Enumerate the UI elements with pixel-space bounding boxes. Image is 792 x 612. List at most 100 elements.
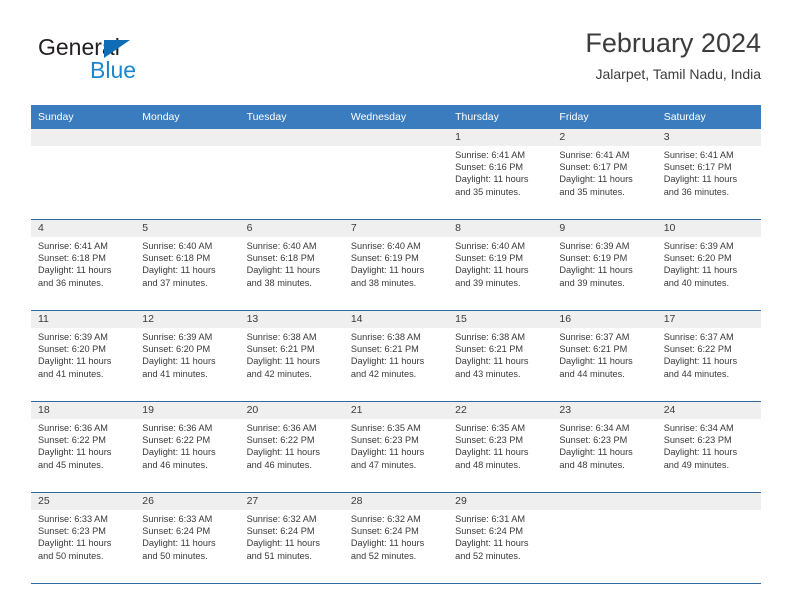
day-cell-inner: 15 Sunrise: 6:38 AM Sunset: 6:21 PM Dayligh… bbox=[448, 311, 553, 401]
weekday-header-tuesday: Tuesday bbox=[239, 105, 344, 129]
calendar-day-cell[interactable]: 19 Sunrise: 6:36 AM Sunset: 6:22 PM Dayligh… bbox=[135, 401, 240, 493]
daylight-text-line2: and 50 minutes. bbox=[38, 550, 104, 561]
page-title: February 2024 bbox=[585, 28, 761, 58]
calendar-day-cell[interactable]: 5 Sunrise: 6:40 AM Sunset: 6:18 PM Daylight… bbox=[135, 219, 240, 311]
calendar-day-cell[interactable]: 18 Sunrise: 6:36 AM Sunset: 6:22 PM Dayligh… bbox=[31, 401, 136, 493]
daylight-text-line1: Daylight: 11 hours bbox=[559, 265, 633, 276]
calendar-day-cell[interactable]: 16 Sunrise: 6:37 AM Sunset: 6:21 PM Dayligh… bbox=[552, 310, 657, 402]
daylight-text-line2: and 39 minutes. bbox=[455, 277, 521, 288]
sunset-text: Sunset: 6:24 PM bbox=[455, 526, 524, 537]
brand-logo[interactable]: General Blue bbox=[31, 34, 231, 90]
sunrise-text: Sunrise: 6:39 AM bbox=[559, 241, 630, 251]
daylight-text-line2: and 48 minutes. bbox=[455, 459, 521, 470]
calendar-day-cell[interactable]: 11 Sunrise: 6:39 AM Sunset: 6:20 PM Dayligh… bbox=[31, 310, 136, 402]
sunrise-text: Sunrise: 6:32 AM bbox=[350, 514, 421, 524]
day-number: 12 bbox=[135, 311, 240, 328]
weekday-header-wednesday: Wednesday bbox=[343, 105, 449, 129]
day-cell-inner: 28 Sunrise: 6:32 AM Sunset: 6:24 PM Dayligh… bbox=[343, 493, 449, 583]
daylight-text-line2: and 44 minutes. bbox=[663, 368, 730, 379]
calendar-day-cell[interactable]: 8 Sunrise: 6:40 AM Sunset: 6:19 PM Daylight… bbox=[448, 219, 553, 311]
calendar-day-cell[interactable]: 27 Sunrise: 6:32 AM Sunset: 6:24 PM Dayligh… bbox=[239, 492, 344, 584]
sunset-text: Sunset: 6:24 PM bbox=[142, 526, 211, 537]
calendar-day-cell[interactable]: 26 Sunrise: 6:33 AM Sunset: 6:24 PM Dayligh… bbox=[135, 492, 240, 584]
sunrise-text: Sunrise: 6:34 AM bbox=[559, 423, 630, 433]
calendar-day-cell[interactable]: 23 Sunrise: 6:34 AM Sunset: 6:23 PM Dayligh… bbox=[552, 401, 657, 493]
daylight-text-line1: Daylight: 11 hours bbox=[246, 447, 320, 458]
daylight-text-line1: Daylight: 11 hours bbox=[246, 538, 320, 549]
daylight-text-line1: Daylight: 11 hours bbox=[663, 356, 738, 367]
calendar-day-cell[interactable]: 28 Sunrise: 6:32 AM Sunset: 6:24 PM Dayligh… bbox=[343, 492, 449, 584]
day-info: Sunrise: 6:40 AM Sunset: 6:19 PM Daylight:… bbox=[344, 237, 448, 289]
day-number: 18 bbox=[31, 402, 136, 419]
day-info: Sunrise: 6:40 AM Sunset: 6:19 PM Daylight:… bbox=[448, 237, 552, 289]
calendar-day-cell[interactable]: 25 Sunrise: 6:33 AM Sunset: 6:23 PM Dayligh… bbox=[31, 492, 136, 584]
calendar-day-cell[interactable]: 2 Sunrise: 6:41 AM Sunset: 6:17 PM Daylight… bbox=[552, 129, 657, 220]
calendar-day-cell[interactable]: 14 Sunrise: 6:38 AM Sunset: 6:21 PM Dayligh… bbox=[343, 310, 449, 402]
day-number bbox=[135, 129, 240, 146]
calendar-day-cell[interactable]: 29 Sunrise: 6:31 AM Sunset: 6:24 PM Dayligh… bbox=[448, 492, 553, 584]
sunset-text: Sunset: 6:22 PM bbox=[246, 435, 315, 446]
calendar-day-cell[interactable]: 17 Sunrise: 6:37 AM Sunset: 6:22 PM Dayligh… bbox=[656, 310, 761, 402]
day-cell-inner: 22 Sunrise: 6:35 AM Sunset: 6:23 PM Dayligh… bbox=[448, 402, 553, 492]
sunset-text: Sunset: 6:16 PM bbox=[455, 162, 524, 173]
calendar-day-cell[interactable]: 12 Sunrise: 6:39 AM Sunset: 6:20 PM Dayligh… bbox=[135, 310, 240, 402]
sunset-text: Sunset: 6:21 PM bbox=[455, 344, 524, 355]
weekday-header-thursday: Thursday bbox=[448, 105, 553, 129]
daylight-text-line2: and 50 minutes. bbox=[142, 550, 208, 561]
day-cell-inner bbox=[239, 129, 344, 219]
page-header: General Blue February 2024 Jalarpet, Tam… bbox=[31, 26, 761, 98]
calendar-day-cell[interactable]: 3 Sunrise: 6:41 AM Sunset: 6:17 PM Daylight… bbox=[656, 129, 761, 220]
day-number: 3 bbox=[656, 129, 761, 146]
calendar-week-row: 25 Sunrise: 6:33 AM Sunset: 6:23 PM Dayligh… bbox=[31, 492, 761, 584]
calendar-day-cell[interactable]: 6 Sunrise: 6:40 AM Sunset: 6:18 PM Daylight… bbox=[239, 219, 344, 311]
day-info: Sunrise: 6:36 AM Sunset: 6:22 PM Daylight:… bbox=[240, 419, 344, 471]
page-subtitle: Jalarpet, Tamil Nadu, India bbox=[595, 66, 762, 82]
calendar-day-cell[interactable]: 7 Sunrise: 6:40 AM Sunset: 6:19 PM Daylight… bbox=[343, 219, 449, 311]
triangle-logo-icon bbox=[104, 40, 130, 58]
calendar-week-row: 11 Sunrise: 6:39 AM Sunset: 6:20 PM Dayligh… bbox=[31, 310, 761, 402]
day-number: 2 bbox=[552, 129, 657, 146]
calendar-day-cell[interactable]: 22 Sunrise: 6:35 AM Sunset: 6:23 PM Dayligh… bbox=[448, 401, 553, 493]
day-number: 17 bbox=[656, 311, 761, 328]
calendar-day-cell[interactable]: 21 Sunrise: 6:35 AM Sunset: 6:23 PM Dayligh… bbox=[343, 401, 449, 493]
day-info: Sunrise: 6:32 AM Sunset: 6:24 PM Daylight:… bbox=[344, 510, 448, 562]
daylight-text-line2: and 41 minutes. bbox=[142, 368, 208, 379]
sunrise-text: Sunrise: 6:41 AM bbox=[38, 241, 108, 251]
day-info: Sunrise: 6:35 AM Sunset: 6:23 PM Daylight:… bbox=[344, 419, 448, 471]
sunset-text: Sunset: 6:18 PM bbox=[142, 253, 211, 264]
sunset-text: Sunset: 6:24 PM bbox=[350, 526, 419, 537]
calendar-day-cell[interactable]: 9 Sunrise: 6:39 AM Sunset: 6:19 PM Daylight… bbox=[552, 219, 657, 311]
daylight-text-line1: Daylight: 11 hours bbox=[455, 538, 529, 549]
calendar-day-cell[interactable]: 24 Sunrise: 6:34 AM Sunset: 6:23 PM Dayligh… bbox=[656, 401, 761, 493]
day-cell-inner: 16 Sunrise: 6:37 AM Sunset: 6:21 PM Dayligh… bbox=[552, 311, 657, 401]
sunrise-text: Sunrise: 6:34 AM bbox=[663, 423, 734, 433]
day-info: Sunrise: 6:32 AM Sunset: 6:24 PM Daylight:… bbox=[240, 510, 344, 562]
day-cell-inner: 7 Sunrise: 6:40 AM Sunset: 6:19 PM Daylight… bbox=[343, 220, 449, 310]
sunset-text: Sunset: 6:20 PM bbox=[142, 344, 211, 355]
sunset-text: Sunset: 6:19 PM bbox=[350, 253, 419, 264]
sunrise-text: Sunrise: 6:31 AM bbox=[455, 514, 526, 524]
calendar-page: General Blue February 2024 Jalarpet, Tam… bbox=[0, 0, 792, 612]
calendar-day-cell[interactable]: 10 Sunrise: 6:39 AM Sunset: 6:20 PM Dayligh… bbox=[656, 219, 761, 311]
day-info: Sunrise: 6:37 AM Sunset: 6:21 PM Daylight:… bbox=[552, 328, 656, 380]
calendar-day-cell[interactable]: 4 Sunrise: 6:41 AM Sunset: 6:18 PM Daylight… bbox=[31, 219, 136, 311]
daylight-text-line2: and 44 minutes. bbox=[559, 368, 625, 379]
calendar-day-cell[interactable]: 13 Sunrise: 6:38 AM Sunset: 6:21 PM Dayligh… bbox=[239, 310, 344, 402]
day-number: 16 bbox=[552, 311, 657, 328]
day-cell-inner: 6 Sunrise: 6:40 AM Sunset: 6:18 PM Daylight… bbox=[239, 220, 344, 310]
calendar-day-cell[interactable]: 15 Sunrise: 6:38 AM Sunset: 6:21 PM Dayligh… bbox=[448, 310, 553, 402]
daylight-text-line1: Daylight: 11 hours bbox=[663, 265, 738, 276]
daylight-text-line1: Daylight: 11 hours bbox=[559, 447, 633, 458]
sunset-text: Sunset: 6:21 PM bbox=[350, 344, 419, 355]
day-info: Sunrise: 6:40 AM Sunset: 6:18 PM Daylight:… bbox=[240, 237, 344, 289]
day-number: 5 bbox=[135, 220, 240, 237]
calendar-day-cell[interactable]: 1 Sunrise: 6:41 AM Sunset: 6:16 PM Daylight… bbox=[448, 129, 553, 220]
sunset-text: Sunset: 6:22 PM bbox=[142, 435, 211, 446]
sunset-text: Sunset: 6:20 PM bbox=[38, 344, 106, 355]
calendar-day-cell[interactable]: 20 Sunrise: 6:36 AM Sunset: 6:22 PM Dayligh… bbox=[239, 401, 344, 493]
day-info: Sunrise: 6:38 AM Sunset: 6:21 PM Daylight:… bbox=[448, 328, 552, 380]
sunrise-text: Sunrise: 6:40 AM bbox=[350, 241, 421, 251]
weekday-header-friday: Friday bbox=[552, 105, 657, 129]
day-cell-inner bbox=[343, 129, 449, 219]
day-number bbox=[31, 129, 136, 146]
